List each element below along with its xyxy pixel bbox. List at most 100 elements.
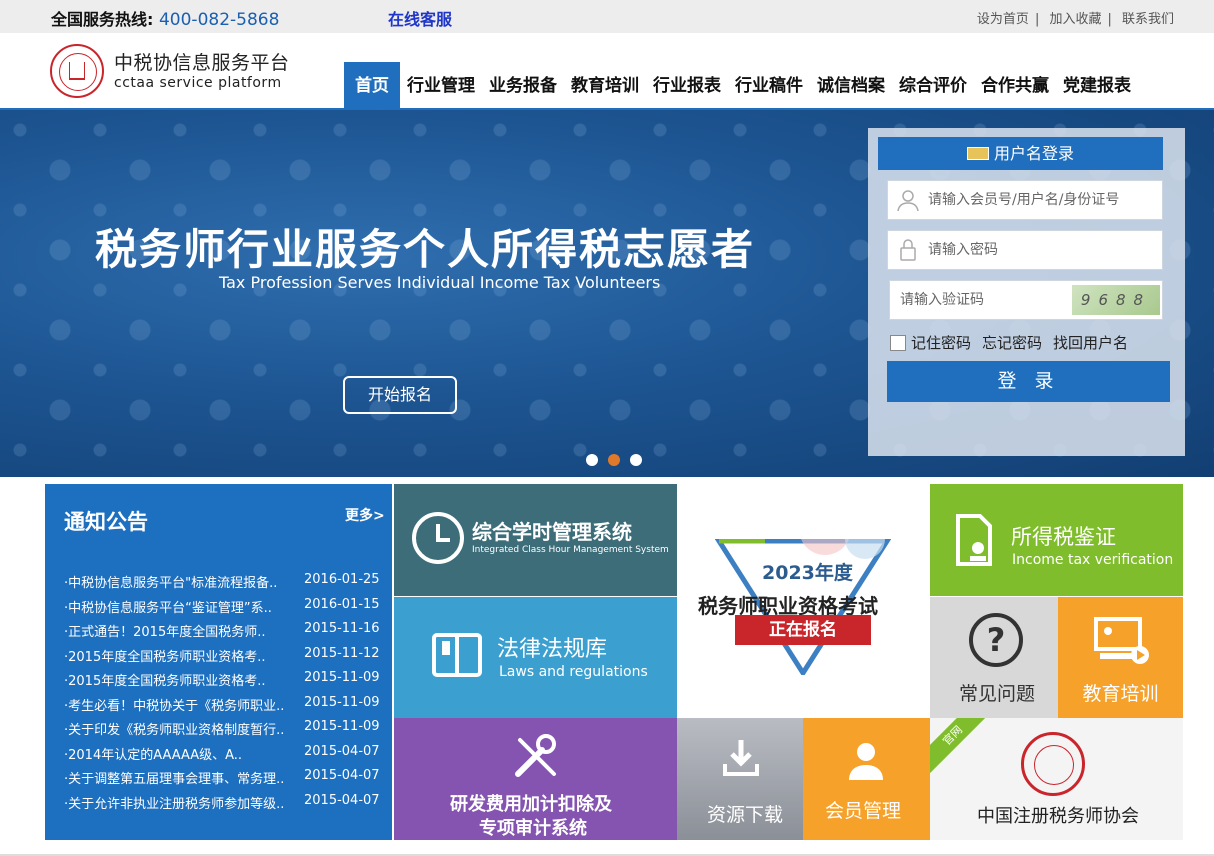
- captcha-image[interactable]: 9688: [1072, 285, 1160, 315]
- tile-cctaa-official-site[interactable]: 官网 中国注册税务师协会: [930, 718, 1183, 840]
- notice-item-date: 2015-04-07: [304, 792, 380, 808]
- notice-item-date: 2015-11-16: [304, 621, 380, 636]
- list-item[interactable]: ·考生必看！中税协关于《税务师职业.. 2015-11-09: [64, 695, 384, 720]
- tile-laws-title: 法律法规库: [497, 637, 608, 662]
- list-item[interactable]: ·中税协信息服务平台"标准流程报备.. 2016-01-25: [64, 572, 384, 597]
- tile-rd-title-line1: 研发费用加计扣除及: [450, 794, 612, 815]
- list-item[interactable]: ·关于印发《税务师职业资格制度暂行.. 2015-11-09: [64, 719, 384, 744]
- nav-education[interactable]: 教育培训: [564, 62, 646, 110]
- download-icon: [723, 740, 759, 776]
- tile-income-tax-verification[interactable]: 所得税鉴证 Income tax verification: [930, 484, 1183, 596]
- find-username-link[interactable]: 找回用户名: [1053, 332, 1128, 353]
- notice-item-date: 2015-04-07: [304, 768, 380, 783]
- lock-icon: [900, 239, 916, 261]
- nav-party-reports[interactable]: 党建报表: [1056, 62, 1138, 110]
- login-options: 记住密码 忘记密码 找回用户名: [890, 332, 1128, 353]
- hotline: 全国服务热线: 400-082-5868: [51, 6, 279, 30]
- captcha-placeholder: 请输入验证码: [900, 292, 984, 308]
- register-button[interactable]: 开始报名: [343, 376, 457, 414]
- tile-assoc-name: 中国注册税务师协会: [977, 806, 1139, 827]
- tile-class-hour-subtitle: Integrated Class Hour Management System: [472, 545, 669, 555]
- nav-industry-articles[interactable]: 行业稿件: [728, 62, 810, 110]
- login-panel: 用户名登录 请输入会员号/用户名/身份证号 请输入密码 请输入验证码 9688 …: [868, 128, 1185, 456]
- tile-download-label: 资源下载: [707, 804, 784, 826]
- remember-label[interactable]: 记住密码: [911, 332, 971, 353]
- list-item[interactable]: ·关于调整第五届理事会理事、常务理.. 2015-04-07: [64, 768, 384, 793]
- username-input[interactable]: 请输入会员号/用户名/身份证号: [887, 180, 1163, 220]
- tile-tax-exam[interactable]: 2023年度 税务师职业资格考试 正在报名: [677, 484, 930, 718]
- remember-checkbox[interactable]: [890, 334, 906, 351]
- username-placeholder: 请输入会员号/用户名/身份证号: [928, 192, 1120, 208]
- notice-item-date: 2016-01-25: [304, 572, 380, 587]
- list-item[interactable]: ·关于允许非执业注册税务师参加等级.. 2015-04-07: [64, 793, 384, 818]
- set-homepage-link[interactable]: 设为首页: [971, 12, 1035, 27]
- tile-rd-audit-system[interactable]: 研发费用加计扣除及 专项审计系统: [394, 718, 677, 840]
- id-card-icon: [966, 147, 989, 160]
- notice-item-title: ·关于允许非执业注册税务师参加等级..: [64, 796, 285, 812]
- tile-laws-regulations[interactable]: 法律法规库 Laws and regulations: [394, 597, 677, 718]
- add-favorite-link[interactable]: 加入收藏: [1043, 12, 1107, 27]
- nav-industry-management[interactable]: 行业管理: [400, 62, 482, 110]
- top-links: 设为首页 | 加入收藏 | 联系我们: [971, 8, 1180, 27]
- list-item[interactable]: ·正式通告！2015年度全国税务师.. 2015-11-16: [64, 621, 384, 646]
- notice-item-date: 2016-01-15: [304, 596, 380, 612]
- question-icon: ?: [969, 613, 1023, 667]
- banner-subtitle: Tax Profession Serves Individual Income …: [219, 273, 661, 292]
- nav-credit-records[interactable]: 诚信档案: [810, 62, 892, 110]
- contact-us-link[interactable]: 联系我们: [1116, 12, 1180, 27]
- notice-title: 通知公告: [64, 510, 148, 534]
- person-icon: [849, 743, 883, 780]
- header: 中税协信息服务平台 cctaa service platform 首页 行业管理…: [0, 33, 1214, 110]
- tile-exam-badge: 正在报名: [735, 615, 871, 645]
- banner-title: 税务师行业服务个人所得税志愿者: [95, 225, 756, 274]
- list-item[interactable]: ·2015年度全国税务师职业资格考.. 2015-11-12: [64, 646, 384, 671]
- forgot-password-link[interactable]: 忘记密码: [982, 332, 1042, 353]
- nav-industry-reports[interactable]: 行业报表: [646, 62, 728, 110]
- logo-title[interactable]: 中税协信息服务平台: [114, 48, 290, 75]
- captcha-input[interactable]: 请输入验证码 9688: [889, 280, 1163, 320]
- logo-subtitle[interactable]: cctaa service platform: [114, 75, 282, 91]
- list-item[interactable]: ·2015年度全国税务师职业资格考.. 2015-11-09: [64, 670, 384, 695]
- list-item[interactable]: ·2014年认定的AAAAA级、A.. 2015-04-07: [64, 744, 384, 769]
- nav-cooperation[interactable]: 合作共赢: [974, 62, 1056, 110]
- online-service-link[interactable]: 在线客服: [388, 6, 452, 30]
- tile-rd-title-line2: 专项审计系统: [479, 818, 587, 839]
- tile-exam-year: 2023年度: [762, 562, 853, 584]
- carousel-dot-3[interactable]: [630, 454, 642, 466]
- carousel-dot-1[interactable]: [586, 454, 598, 466]
- login-button[interactable]: 登 录: [887, 361, 1170, 402]
- tile-class-hour-system[interactable]: 综合学时管理系统 Integrated Class Hour Managemen…: [394, 484, 677, 596]
- password-placeholder: 请输入密码: [928, 242, 998, 258]
- notice-item-title: ·2014年认定的AAAAA级、A..: [64, 747, 243, 763]
- tile-class-hour-title: 综合学时管理系统: [472, 520, 632, 544]
- document-seal-icon: [956, 514, 992, 566]
- tile-faq[interactable]: ? 常见问题: [930, 597, 1058, 718]
- notice-item-title: ·2015年度全国税务师职业资格考..: [64, 674, 266, 689]
- carousel-dot-2[interactable]: [608, 454, 620, 466]
- notice-item-title: ·关于印发《税务师职业资格制度暂行..: [64, 723, 285, 738]
- clock-icon: [412, 512, 464, 564]
- nav-evaluation[interactable]: 综合评价: [892, 62, 974, 110]
- list-item[interactable]: ·中税协信息服务平台“鉴证管理”系.. 2016-01-15: [64, 597, 384, 622]
- notice-item-date: 2015-11-09: [304, 719, 380, 734]
- notice-more-link[interactable]: 更多>: [345, 505, 385, 525]
- tile-education-training[interactable]: 教育培训: [1058, 597, 1183, 718]
- notice-item-title: ·考生必看！中税协关于《税务师职业..: [64, 698, 285, 714]
- main-nav: 首页 行业管理 业务报备 教育培训 行业报表 行业稿件 诚信档案 综合评价 合作…: [344, 62, 1138, 110]
- tile-resource-download[interactable]: 资源下载: [677, 718, 803, 840]
- notice-item-date: 2015-04-07: [304, 743, 380, 759]
- tile-member-label: 会员管理: [825, 800, 902, 822]
- tile-edu-label: 教育培训: [1082, 683, 1159, 705]
- tile-tax-subtitle: Income tax verification: [1012, 552, 1174, 568]
- nav-business-filing[interactable]: 业务报备: [482, 62, 564, 110]
- password-input[interactable]: 请输入密码: [887, 230, 1163, 270]
- nav-home[interactable]: 首页: [344, 62, 400, 110]
- tile-laws-subtitle: Laws and regulations: [499, 664, 648, 680]
- tile-member-management[interactable]: 会员管理: [803, 718, 930, 840]
- notice-item-title: ·正式通告！2015年度全国税务师..: [64, 625, 266, 640]
- tile-tax-title: 所得税鉴证: [1011, 525, 1116, 549]
- logo-seal-icon[interactable]: [50, 44, 104, 98]
- notice-item-date: 2015-11-12: [304, 645, 380, 661]
- hotline-label: 全国服务热线:: [51, 10, 154, 29]
- official-corner-badge: 官网: [930, 718, 992, 775]
